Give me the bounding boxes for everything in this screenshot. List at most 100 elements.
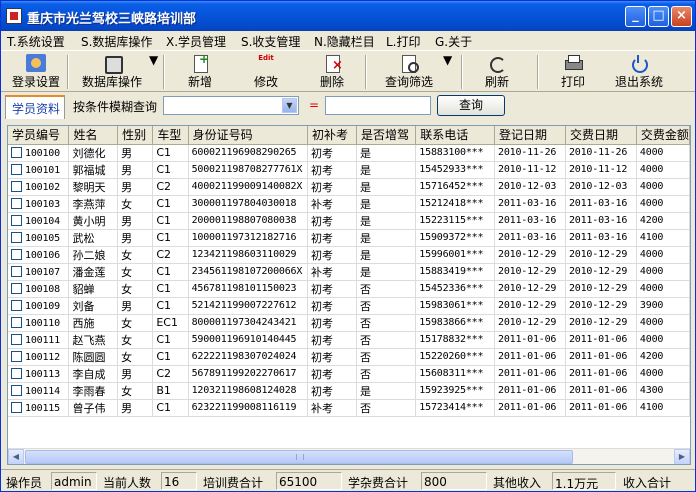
menu-print[interactable]: L.打印 — [386, 33, 421, 50]
col-additional-license-cell: 否 — [356, 280, 417, 298]
col-payment-date-header[interactable]: 交费日期 — [565, 126, 637, 145]
col-student-id-header[interactable]: 学员编号 — [8, 126, 70, 145]
col-student-id-cell: 100103 — [8, 195, 70, 213]
table-row[interactable]: 100107 潘金莲女 C1 234561198107200066X 补考是 158834… — [8, 263, 690, 281]
col-phone-header[interactable]: 联系电话 — [415, 126, 496, 145]
query-field-select[interactable]: ▼ — [163, 96, 299, 115]
col-additional-license-cell: 是 — [356, 246, 417, 264]
col-payment-amount-cell: 4000 — [636, 263, 690, 281]
row-checkbox[interactable] — [11, 333, 22, 345]
student-id-text: 100114 — [25, 385, 60, 397]
delete-button[interactable]: 删除 — [311, 53, 353, 91]
table-row[interactable]: 100114 李雨春女 B1 120321198608124028 初考是 1592392… — [8, 382, 690, 400]
table-row[interactable]: 100106 孙二娘女 C2 123421198603110029 初考是 1599600… — [8, 246, 690, 264]
col-name-cell: 刘备 — [68, 297, 119, 315]
row-checkbox[interactable] — [11, 231, 22, 243]
col-payment-amount-cell: 4000 — [636, 365, 690, 383]
row-checkbox[interactable] — [11, 180, 22, 192]
col-exam-type-header[interactable]: 初补考 — [307, 126, 358, 145]
row-checkbox[interactable] — [11, 282, 22, 294]
col-exam-type-cell: 初考 — [307, 331, 358, 349]
table-row[interactable]: 100101 郭福城男 C1 500021198708277761X 初考是 154529… — [8, 161, 690, 179]
table-row[interactable]: 100112 陈圆圆女 C1 622221198307024024 初考否 1522026… — [8, 348, 690, 366]
student-id-text: 100106 — [25, 249, 60, 261]
menu-database[interactable]: S.数据库操作 — [81, 33, 152, 50]
query-button[interactable]: 查询 — [437, 95, 505, 116]
row-checkbox[interactable] — [11, 367, 22, 379]
row-checkbox[interactable] — [11, 401, 22, 413]
table-row[interactable]: 100104 黄小明男 C1 200001198807080038 初考是 1522311… — [8, 212, 690, 230]
table-row[interactable]: 100115 曾子伟男 C1 623221199008116119 补考否 1572341… — [8, 399, 690, 417]
row-checkbox[interactable] — [11, 265, 22, 277]
table-row[interactable]: 100100 刘德化男 C1 600021196908290265 初考是 1588310… — [8, 144, 690, 162]
row-checkbox[interactable] — [11, 146, 22, 158]
menu-hidden-columns[interactable]: N.隐藏栏目 — [314, 33, 375, 50]
col-vehicle-type-header[interactable]: 车型 — [152, 126, 189, 145]
row-checkbox[interactable] — [11, 316, 22, 328]
database-dropdown-arrow[interactable]: ▼ — [149, 53, 158, 67]
col-exam-type-cell: 初考 — [307, 382, 358, 400]
query-filter-button[interactable]: 查询筛选 — [381, 53, 437, 91]
table-row[interactable]: 100105 武松男 C1 100001197312182716 初考是 15909372… — [8, 229, 690, 247]
exit-system-button[interactable]: 退出系统 — [611, 53, 667, 91]
scroll-thumb[interactable] — [25, 450, 573, 464]
col-gender-header[interactable]: 性别 — [117, 126, 154, 145]
edit-button[interactable]: Edit 修改 — [245, 53, 287, 91]
col-additional-license-header[interactable]: 是否增驾 — [356, 126, 417, 145]
chevron-down-icon[interactable]: ▼ — [282, 98, 297, 113]
maximize-button[interactable]: □ — [648, 6, 669, 27]
row-checkbox[interactable] — [11, 163, 22, 175]
row-checkbox[interactable] — [11, 197, 22, 209]
menu-finance-management[interactable]: S.收支管理 — [241, 33, 300, 50]
new-button[interactable]: 新增 — [179, 52, 221, 91]
col-vehicle-type-cell: C1 — [152, 280, 189, 298]
col-registration-date-header[interactable]: 登记日期 — [494, 126, 566, 145]
table-row[interactable]: 100103 李燕萍女 C1 300001197804030018 补考是 1521241… — [8, 195, 690, 213]
col-name-cell: 李自成 — [68, 365, 119, 383]
col-payment-amount-header[interactable]: 交费金额 — [636, 126, 690, 145]
query-value-input[interactable] — [325, 96, 431, 115]
main-window: 重庆市光兰驾校三峡路培训部 _ □ × T.系统设置 S.数据库操作 X.学员管… — [0, 0, 696, 492]
row-checkbox[interactable] — [11, 299, 22, 311]
tab-student-info[interactable]: 学员资料 — [5, 95, 65, 119]
table-row[interactable]: 100102 黎明天男 C2 400021199009140082X 初考是 157164… — [8, 178, 690, 196]
menu-student-management[interactable]: X.学员管理 — [166, 33, 226, 50]
col-registration-date-cell: 2010-11-12 — [494, 161, 566, 179]
row-checkbox[interactable] — [11, 248, 22, 260]
student-id-text: 100100 — [25, 147, 60, 159]
row-checkbox[interactable] — [11, 384, 22, 396]
col-id-number-header[interactable]: 身份证号码 — [188, 126, 309, 145]
menu-system-settings[interactable]: T.系统设置 — [7, 33, 65, 50]
menu-about[interactable]: G.关于 — [435, 33, 472, 50]
query-dropdown-arrow[interactable]: ▼ — [443, 53, 452, 67]
col-vehicle-type-cell: EC1 — [152, 314, 189, 332]
title-bar[interactable]: 重庆市光兰驾校三峡路培训部 _ □ × — [1, 1, 695, 31]
student-id-text: 100104 — [25, 215, 60, 227]
row-checkbox[interactable] — [11, 214, 22, 226]
login-settings-button[interactable]: 登录设置 — [9, 53, 63, 91]
col-name-cell: 刘德化 — [68, 144, 119, 162]
col-payment-amount-cell: 4000 — [636, 314, 690, 332]
col-gender-cell: 男 — [117, 365, 154, 383]
col-name-header[interactable]: 姓名 — [68, 126, 119, 145]
horizontal-scrollbar[interactable]: ◀ ▶ — [8, 448, 690, 464]
col-gender-cell: 男 — [117, 212, 154, 230]
table-row[interactable]: 100110 西施女 EC1 800001197304243421 初考否 1598386… — [8, 314, 690, 332]
operator-label: 操作员 — [6, 476, 43, 490]
col-exam-type-cell: 初考 — [307, 178, 358, 196]
table-row[interactable]: 100108 貂蝉女 C1 456781198101150023 初考否 15452336… — [8, 280, 690, 298]
table-row[interactable]: 100113 李自成男 C2 567891199202270617 初考否 1560831… — [8, 365, 690, 383]
row-checkbox[interactable] — [11, 350, 22, 362]
scroll-left-icon[interactable]: ◀ — [8, 449, 24, 464]
student-table: 学员编号 姓名 性别 车型 身份证号码 初补考 是否增驾 联系电话 登记日期 交费日期 交费金额 1… — [7, 125, 691, 465]
table-row[interactable]: 100111 赵飞燕女 C1 590001196910140445 初考否 1517883… — [8, 331, 690, 349]
print-button[interactable]: 打印 — [553, 53, 593, 91]
table-row[interactable]: 100109 刘备男 C1 521421199007227612 初考否 15983061… — [8, 297, 690, 315]
refresh-button[interactable]: 刷新 — [477, 53, 517, 91]
database-operations-button[interactable]: 数据库操作 — [77, 53, 147, 91]
scroll-right-icon[interactable]: ▶ — [674, 449, 690, 464]
close-button[interactable]: × — [671, 6, 692, 27]
student-id-text: 100108 — [25, 283, 60, 295]
col-gender-cell: 男 — [117, 144, 154, 162]
minimize-button[interactable]: _ — [625, 6, 646, 27]
